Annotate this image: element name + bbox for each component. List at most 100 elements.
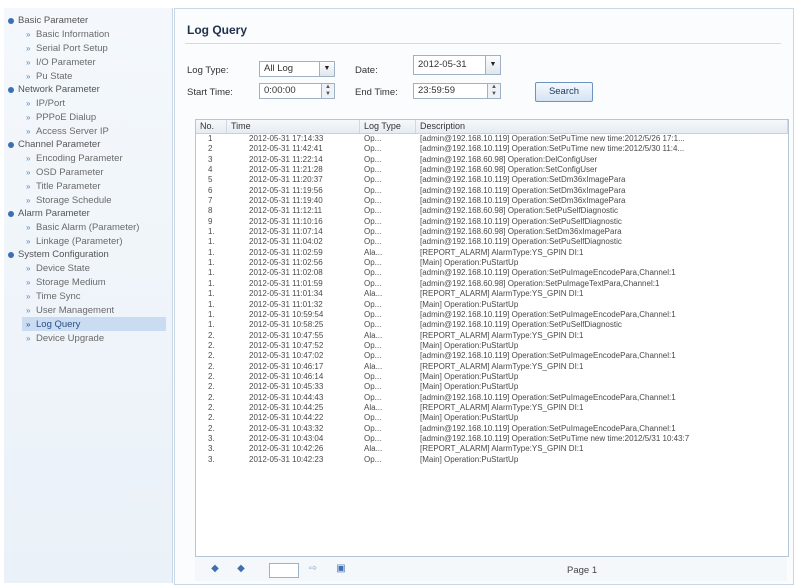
cell-description: [admin@192.168.10.119] Operation:SetPuIm…: [420, 423, 676, 433]
cell-time: 2012-05-31 11:19:56: [249, 185, 323, 195]
sidebar-group[interactable]: Basic Parameter: [8, 14, 172, 27]
page-number-input[interactable]: [269, 563, 299, 578]
end-time-field[interactable]: 23:59:59 ▲ ▼: [413, 83, 501, 99]
search-button[interactable]: Search: [535, 82, 593, 102]
cell-time: 2012-05-31 11:19:40: [249, 196, 323, 206]
table-row[interactable]: 2. 2012-05-31 10:45:33 Op... [Main] Operati…: [196, 382, 788, 392]
pagination-toolbar: ◆ ◆ ⇨ ▣ Page 1: [195, 557, 787, 581]
chevron-down-icon[interactable]: ▼: [485, 56, 500, 74]
cell-time: 2012-05-31 11:01:32: [249, 299, 323, 309]
cell-time: 2012-05-31 10:43:04: [249, 433, 324, 443]
sidebar-item[interactable]: » Linkage (Parameter): [26, 234, 172, 248]
table-row[interactable]: 1. 2012-05-31 10:58:25 Op... [admin@192.168…: [196, 320, 788, 330]
sidebar-item[interactable]: » Log Query: [22, 317, 166, 331]
table-row[interactable]: 1. 2012-05-31 11:01:59 Op... [admin@192.168…: [196, 279, 788, 289]
table-row[interactable]: 6 2012-05-31 11:19:56 Op... [admin@192.168.…: [196, 186, 788, 196]
sidebar-group[interactable]: System Configuration: [8, 248, 172, 261]
table-row[interactable]: 1. 2012-05-31 11:01:34 Ala... [REPORT_ALARM…: [196, 289, 788, 299]
table-row[interactable]: 7 2012-05-31 11:19:40 Op... [admin@192.168.…: [196, 196, 788, 206]
cell-log-type: Op...: [364, 206, 382, 216]
sidebar-item[interactable]: » Device State: [26, 261, 172, 275]
table-row[interactable]: 5 2012-05-31 11:20:37 Op... [admin@192.168.…: [196, 175, 788, 185]
table-row[interactable]: 3. 2012-05-31 10:43:04 Op... [admin@192.168…: [196, 434, 788, 444]
table-row[interactable]: 1. 2012-05-31 11:07:14 Op... [admin@192.168…: [196, 227, 788, 237]
bullet-icon: »: [26, 126, 31, 136]
table-row[interactable]: 1. 2012-05-31 11:02:59 Ala... [REPORT_ALARM…: [196, 248, 788, 258]
table-row[interactable]: 2. 2012-05-31 10:46:14 Op... [Main] Operati…: [196, 372, 788, 382]
table-row[interactable]: 8 2012-05-31 11:12:11 Op... [admin@192.168.…: [196, 206, 788, 216]
table-row[interactable]: 9 2012-05-31 11:10:16 Op... [admin@192.168.…: [196, 217, 788, 227]
table-row[interactable]: 2. 2012-05-31 10:44:25 Ala... [REPORT_ALARM…: [196, 403, 788, 413]
cell-time: 2012-05-31 11:12:11: [249, 206, 323, 216]
cell-log-type: Op...: [364, 351, 382, 361]
table-row[interactable]: 2. 2012-05-31 10:46:17 Ala... [REPORT_ALARM…: [196, 362, 788, 372]
sidebar-item[interactable]: » User Management: [26, 303, 172, 317]
cell-time: 2012-05-31 10:46:14: [249, 371, 324, 381]
sidebar-item[interactable]: » Basic Information: [26, 27, 172, 41]
table-row[interactable]: 2 2012-05-31 11:42:41 Op... [admin@192.168.…: [196, 144, 788, 154]
sidebar-item[interactable]: » PPPoE Dialup: [26, 110, 172, 124]
log-type-select[interactable]: All Log ▼: [259, 61, 335, 77]
previous-page-icon[interactable]: ◆: [235, 563, 247, 575]
sidebar-item[interactable]: » IP/Port: [26, 96, 172, 110]
page-title: Log Query: [187, 23, 248, 37]
cell-description: [REPORT_ALARM] AlarmType:YS_GPIN DI:1: [420, 289, 584, 299]
cell-log-type: Op...: [364, 227, 382, 237]
sidebar-item[interactable]: » Time Sync: [26, 289, 172, 303]
cell-no: 6: [208, 185, 213, 195]
table-row[interactable]: 2. 2012-05-31 10:47:52 Op... [Main] Operati…: [196, 341, 788, 351]
cell-description: [Main] Operation:PuStartUp: [420, 340, 519, 350]
sidebar-item[interactable]: » Title Parameter: [26, 179, 172, 193]
log-query-panel: Log Query Log Type: All Log ▼ Date: 2012…: [174, 8, 794, 585]
table-row[interactable]: 1. 2012-05-31 11:02:08 Op... [admin@192.168…: [196, 268, 788, 278]
table-row[interactable]: 1. 2012-05-31 11:04:02 Op... [admin@192.168…: [196, 237, 788, 247]
sidebar-item[interactable]: » Access Server IP: [26, 124, 172, 138]
table-row[interactable]: 2. 2012-05-31 10:43:32 Op... [admin@192.168…: [196, 424, 788, 434]
chevron-down-icon[interactable]: ▼: [319, 62, 334, 76]
column-header-description[interactable]: Description: [416, 120, 788, 133]
column-header-time[interactable]: Time: [227, 120, 360, 133]
start-time-field[interactable]: 0:00:00 ▲ ▼: [259, 83, 335, 99]
go-page-icon[interactable]: ⇨: [307, 563, 319, 575]
sidebar-item-label: Pu State: [36, 70, 73, 82]
table-row[interactable]: 4 2012-05-31 11:21:28 Op... [admin@192.168.…: [196, 165, 788, 175]
table-row[interactable]: 2. 2012-05-31 10:47:02 Op... [admin@192.168…: [196, 351, 788, 361]
cell-description: [Main] Operation:PuStartUp: [420, 454, 519, 464]
sidebar-item[interactable]: » Encoding Parameter: [26, 151, 172, 165]
table-row[interactable]: 1. 2012-05-31 11:02:56 Op... [Main] Operati…: [196, 258, 788, 268]
sidebar-item[interactable]: » I/O Parameter: [26, 55, 172, 69]
sidebar-item-label: IP/Port: [36, 97, 66, 109]
column-header-no[interactable]: No.: [196, 120, 227, 133]
end-time-value: 23:59:59: [418, 85, 455, 96]
table-row[interactable]: 1. 2012-05-31 11:01:32 Op... [Main] Operati…: [196, 300, 788, 310]
sidebar-group[interactable]: Alarm Parameter: [8, 207, 172, 220]
sidebar-item[interactable]: » Storage Medium: [26, 275, 172, 289]
save-icon[interactable]: ▣: [335, 563, 347, 575]
table-row[interactable]: 1 2012-05-31 17:14:33 Op... [admin@192.168.…: [196, 134, 788, 144]
group-dot-icon: [8, 86, 14, 93]
table-row[interactable]: 2. 2012-05-31 10:44:43 Op... [admin@192.168…: [196, 393, 788, 403]
table-row[interactable]: 3 2012-05-31 11:22:14 Op... [admin@192.168.…: [196, 155, 788, 165]
sidebar-item[interactable]: » Storage Schedule: [26, 193, 172, 207]
column-header-log-type[interactable]: Log Type: [360, 120, 416, 133]
cell-log-type: Op...: [364, 340, 382, 350]
sidebar-group-label: Network Parameter: [18, 84, 100, 95]
cell-no: 1.: [208, 320, 215, 330]
sidebar-group[interactable]: Channel Parameter: [8, 138, 172, 151]
spinner-arrows-icon[interactable]: ▲ ▼: [487, 84, 500, 98]
sidebar-item[interactable]: » Device Upgrade: [26, 331, 172, 345]
table-row[interactable]: 2. 2012-05-31 10:47:55 Ala... [REPORT_ALARM…: [196, 331, 788, 341]
table-row[interactable]: 3. 2012-05-31 10:42:26 Ala... [REPORT_ALARM…: [196, 444, 788, 454]
sidebar-item[interactable]: » Pu State: [26, 69, 172, 83]
cell-time: 2012-05-31 10:58:25: [249, 320, 324, 330]
sidebar-item[interactable]: » Serial Port Setup: [26, 41, 172, 55]
date-picker[interactable]: 2012-05-31 ▼: [413, 55, 501, 75]
sidebar-group[interactable]: Network Parameter: [8, 83, 172, 96]
spinner-arrows-icon[interactable]: ▲ ▼: [321, 84, 334, 98]
table-row[interactable]: 3. 2012-05-31 10:42:23 Op... [Main] Operati…: [196, 455, 788, 465]
first-page-icon[interactable]: ◆: [209, 563, 221, 575]
sidebar-item[interactable]: » Basic Alarm (Parameter): [26, 220, 172, 234]
table-row[interactable]: 1. 2012-05-31 10:59:54 Op... [admin@192.168…: [196, 310, 788, 320]
table-row[interactable]: 2. 2012-05-31 10:44:22 Op... [Main] Operati…: [196, 413, 788, 423]
sidebar-item[interactable]: » OSD Parameter: [26, 165, 172, 179]
